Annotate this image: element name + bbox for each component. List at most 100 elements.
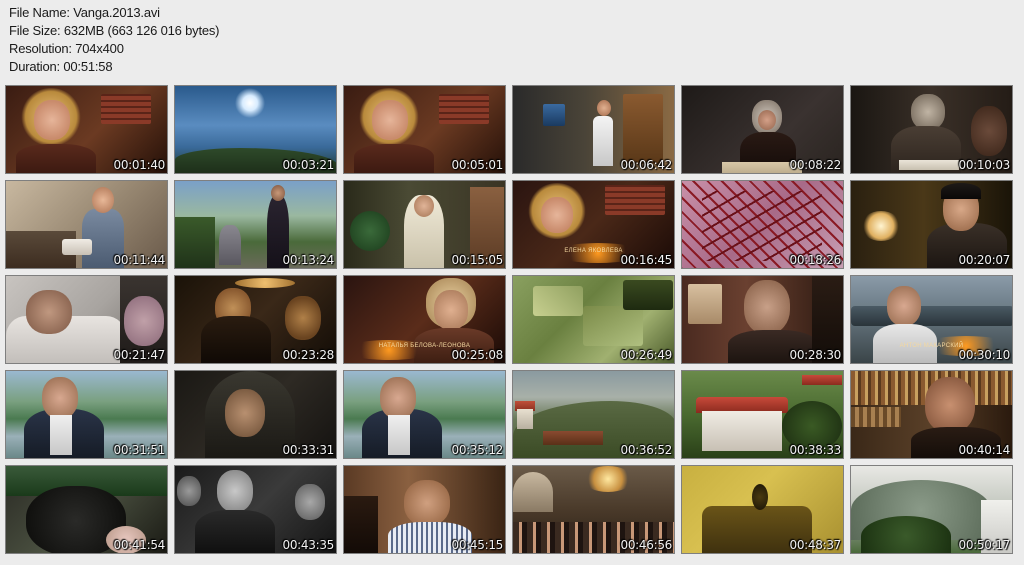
thumbnail-timestamp: 00:01:40 bbox=[113, 158, 166, 172]
thumbnail-timestamp: 00:16:45 bbox=[620, 253, 673, 267]
frame-detail bbox=[899, 160, 959, 170]
frame-detail bbox=[583, 306, 643, 346]
frame-detail bbox=[354, 144, 434, 173]
thumbnail-timestamp: 00:43:35 bbox=[282, 538, 335, 552]
video-thumbnail[interactable]: 00:06:42 bbox=[512, 85, 675, 174]
video-thumbnail[interactable]: 00:31:51 bbox=[5, 370, 168, 459]
frame-detail bbox=[513, 472, 553, 512]
video-thumbnail[interactable]: ЕЛЕНА ЯКОВЛЕВА 00:16:45 bbox=[512, 180, 675, 269]
video-thumbnail[interactable]: 00:48:37 bbox=[681, 465, 844, 554]
frame-detail bbox=[861, 211, 901, 241]
video-thumbnail[interactable]: 00:36:52 bbox=[512, 370, 675, 459]
video-thumbnail[interactable]: 00:41:54 bbox=[5, 465, 168, 554]
thumbnail-timestamp: 00:38:33 bbox=[789, 443, 842, 457]
video-thumbnail[interactable]: 00:26:49 bbox=[512, 275, 675, 364]
frame-detail bbox=[583, 466, 633, 492]
thumbnail-timestamp: 00:06:42 bbox=[620, 158, 673, 172]
frame-detail bbox=[26, 290, 72, 334]
frame-detail bbox=[688, 284, 722, 324]
thumbnail-timestamp: 00:15:05 bbox=[451, 253, 504, 267]
frame-detail bbox=[941, 183, 981, 199]
video-thumbnail[interactable]: 00:10:03 bbox=[850, 85, 1013, 174]
video-thumbnail[interactable]: 00:40:14 bbox=[850, 370, 1013, 459]
frame-detail bbox=[50, 415, 72, 455]
thumbnail-timestamp: 00:28:30 bbox=[789, 348, 842, 362]
frame-detail bbox=[543, 431, 603, 445]
thumbnail-timestamp: 00:11:44 bbox=[113, 253, 166, 267]
video-thumbnail[interactable]: 00:03:21 bbox=[174, 85, 337, 174]
thumbnail-timestamp: 00:08:22 bbox=[789, 158, 842, 172]
video-thumbnail[interactable]: НАТАЛЬЯ БЕЛОВА-ЛЕОНОВА 00:25:08 bbox=[343, 275, 506, 364]
video-thumbnail[interactable]: 00:38:33 bbox=[681, 370, 844, 459]
thumbnail-timestamp: 00:30:10 bbox=[958, 348, 1011, 362]
video-thumbnail[interactable]: 00:05:01 bbox=[343, 85, 506, 174]
thumbnail-timestamp: 00:40:14 bbox=[958, 443, 1011, 457]
frame-detail bbox=[195, 510, 275, 553]
thumbnail-timestamp: 00:10:03 bbox=[958, 158, 1011, 172]
frame-detail bbox=[380, 377, 416, 419]
thumbnail-timestamp: 00:45:15 bbox=[451, 538, 504, 552]
frame-detail bbox=[971, 106, 1007, 156]
frame-detail bbox=[350, 211, 390, 251]
frame-detail bbox=[62, 239, 92, 255]
thumbnail-timestamp: 00:20:07 bbox=[958, 253, 1011, 267]
thumbnail-timestamp: 00:13:24 bbox=[282, 253, 335, 267]
video-thumbnail[interactable]: 00:28:30 bbox=[681, 275, 844, 364]
thumbnail-timestamp: 00:23:28 bbox=[282, 348, 335, 362]
file-info-panel: File Name: Vanga.2013.avi File Size: 632… bbox=[9, 4, 220, 76]
frame-detail bbox=[92, 187, 114, 213]
video-thumbnail[interactable]: 00:08:22 bbox=[681, 85, 844, 174]
frame-detail bbox=[271, 185, 285, 201]
frame-detail bbox=[235, 278, 295, 288]
frame-detail bbox=[702, 411, 782, 451]
video-thumbnail[interactable]: 00:45:15 bbox=[343, 465, 506, 554]
video-thumbnail[interactable]: АНТОН МАКАРСКИЙ 00:30:10 bbox=[850, 275, 1013, 364]
thumbnail-timestamp: 00:35:12 bbox=[451, 443, 504, 457]
frame-detail bbox=[517, 409, 533, 429]
thumbnail-timestamp: 00:48:37 bbox=[789, 538, 842, 552]
file-size-label: File Size: 632MB (663 126 016 bytes) bbox=[9, 23, 220, 38]
frame-detail bbox=[219, 225, 241, 265]
frame-detail bbox=[861, 516, 951, 553]
video-thumbnail[interactable]: 00:01:40 bbox=[5, 85, 168, 174]
frame-detail bbox=[225, 389, 265, 437]
video-thumbnail[interactable]: 00:21:47 bbox=[5, 275, 168, 364]
frame-detail bbox=[439, 94, 489, 124]
frame-detail bbox=[541, 197, 573, 233]
video-thumbnail[interactable]: 00:18:26 bbox=[681, 180, 844, 269]
thumbnail-timestamp: 00:05:01 bbox=[451, 158, 504, 172]
frame-detail bbox=[34, 100, 70, 140]
video-thumbnail[interactable]: 00:46:56 bbox=[512, 465, 675, 554]
frame-detail bbox=[593, 116, 613, 166]
frame-detail bbox=[217, 470, 253, 512]
frame-detail bbox=[758, 110, 776, 130]
video-thumbnail[interactable]: 00:35:12 bbox=[343, 370, 506, 459]
video-thumbnail[interactable]: 00:23:28 bbox=[174, 275, 337, 364]
frame-detail bbox=[285, 296, 321, 340]
thumbnail-timestamp: 00:46:56 bbox=[620, 538, 673, 552]
frame-detail bbox=[802, 375, 842, 385]
frame-detail bbox=[42, 377, 78, 419]
frame-detail bbox=[372, 100, 408, 140]
video-thumbnail[interactable]: 00:13:24 bbox=[174, 180, 337, 269]
frame-detail bbox=[597, 100, 611, 116]
frame-detail bbox=[911, 94, 945, 130]
frame-detail bbox=[201, 316, 271, 363]
video-thumbnail[interactable]: 00:50:17 bbox=[850, 465, 1013, 554]
thumbnail-timestamp: 00:21:47 bbox=[113, 348, 166, 362]
thumbnail-timestamp: 00:25:08 bbox=[451, 348, 504, 362]
thumbnail-timestamp: 00:18:26 bbox=[789, 253, 842, 267]
thumbnail-timestamp: 00:31:51 bbox=[113, 443, 166, 457]
frame-detail bbox=[744, 280, 790, 334]
frame-detail bbox=[404, 480, 450, 526]
video-thumbnail[interactable]: 00:43:35 bbox=[174, 465, 337, 554]
frame-detail bbox=[124, 296, 164, 346]
thumbnail-timestamp: 00:33:31 bbox=[282, 443, 335, 457]
frame-detail bbox=[230, 88, 270, 118]
video-thumbnail[interactable]: 00:20:07 bbox=[850, 180, 1013, 269]
video-thumbnail[interactable]: 00:15:05 bbox=[343, 180, 506, 269]
video-thumbnail[interactable]: 00:33:31 bbox=[174, 370, 337, 459]
resolution-label: Resolution: 704x400 bbox=[9, 41, 124, 56]
video-thumbnail[interactable]: 00:11:44 bbox=[5, 180, 168, 269]
frame-detail bbox=[623, 280, 673, 310]
